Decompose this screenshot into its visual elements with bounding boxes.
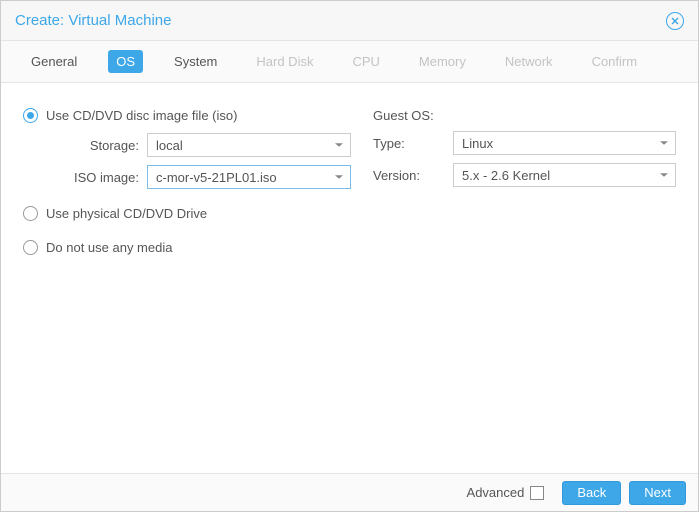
- wizard-tabs: General OS System Hard Disk CPU Memory N…: [1, 41, 698, 83]
- guest-os-column: Guest OS: Type: Linux Version: 5.x - 2.6…: [373, 101, 676, 455]
- radio-use-physical[interactable]: Use physical CD/DVD Drive: [23, 199, 351, 227]
- media-column: Use CD/DVD disc image file (iso) Storage…: [23, 101, 351, 455]
- tab-general[interactable]: General: [23, 50, 85, 73]
- guest-version-label: Version:: [373, 168, 453, 183]
- footer: Advanced Back Next: [1, 473, 698, 511]
- create-vm-window: Create: Virtual Machine General OS Syste…: [0, 0, 699, 512]
- tab-network: Network: [497, 50, 561, 73]
- back-button[interactable]: Back: [562, 481, 621, 505]
- iso-image-value: c-mor-v5-21PL01.iso: [156, 170, 277, 185]
- radio-no-media-label: Do not use any media: [46, 240, 172, 255]
- guest-type-row: Type: Linux: [373, 129, 676, 157]
- titlebar: Create: Virtual Machine: [1, 1, 698, 41]
- storage-combo[interactable]: local: [147, 133, 351, 157]
- advanced-label: Advanced: [467, 485, 525, 500]
- radio-icon: [23, 206, 38, 221]
- chevron-down-icon: [335, 143, 343, 147]
- tab-os[interactable]: OS: [108, 50, 143, 73]
- chevron-down-icon: [335, 175, 343, 179]
- radio-icon: [23, 108, 38, 123]
- guest-version-combo[interactable]: 5.x - 2.6 Kernel: [453, 163, 676, 187]
- radio-icon: [23, 240, 38, 255]
- content-area: Use CD/DVD disc image file (iso) Storage…: [1, 83, 698, 473]
- guest-type-label: Type:: [373, 136, 453, 151]
- advanced-checkbox[interactable]: [530, 486, 544, 500]
- radio-no-media[interactable]: Do not use any media: [23, 233, 351, 261]
- tab-system[interactable]: System: [166, 50, 225, 73]
- tab-hard-disk: Hard Disk: [248, 50, 321, 73]
- tab-memory: Memory: [411, 50, 474, 73]
- advanced-toggle[interactable]: Advanced: [467, 485, 545, 500]
- chevron-down-icon: [660, 141, 668, 145]
- tab-cpu: CPU: [344, 50, 387, 73]
- guest-os-heading: Guest OS:: [373, 101, 676, 129]
- storage-row: Storage: local: [23, 131, 351, 159]
- radio-use-physical-label: Use physical CD/DVD Drive: [46, 206, 207, 221]
- iso-image-label: ISO image:: [23, 170, 147, 185]
- close-button[interactable]: [666, 12, 684, 30]
- guest-version-row: Version: 5.x - 2.6 Kernel: [373, 161, 676, 189]
- iso-image-row: ISO image: c-mor-v5-21PL01.iso: [23, 163, 351, 191]
- close-icon: [671, 17, 679, 25]
- storage-label: Storage:: [23, 138, 147, 153]
- radio-use-iso[interactable]: Use CD/DVD disc image file (iso): [23, 101, 351, 129]
- guest-version-value: 5.x - 2.6 Kernel: [462, 168, 550, 183]
- guest-type-combo[interactable]: Linux: [453, 131, 676, 155]
- chevron-down-icon: [660, 173, 668, 177]
- next-button[interactable]: Next: [629, 481, 686, 505]
- window-title: Create: Virtual Machine: [15, 12, 171, 29]
- storage-value: local: [156, 138, 183, 153]
- tab-confirm: Confirm: [584, 50, 646, 73]
- guest-type-value: Linux: [462, 136, 493, 151]
- iso-image-combo[interactable]: c-mor-v5-21PL01.iso: [147, 165, 351, 189]
- radio-use-iso-label: Use CD/DVD disc image file (iso): [46, 108, 237, 123]
